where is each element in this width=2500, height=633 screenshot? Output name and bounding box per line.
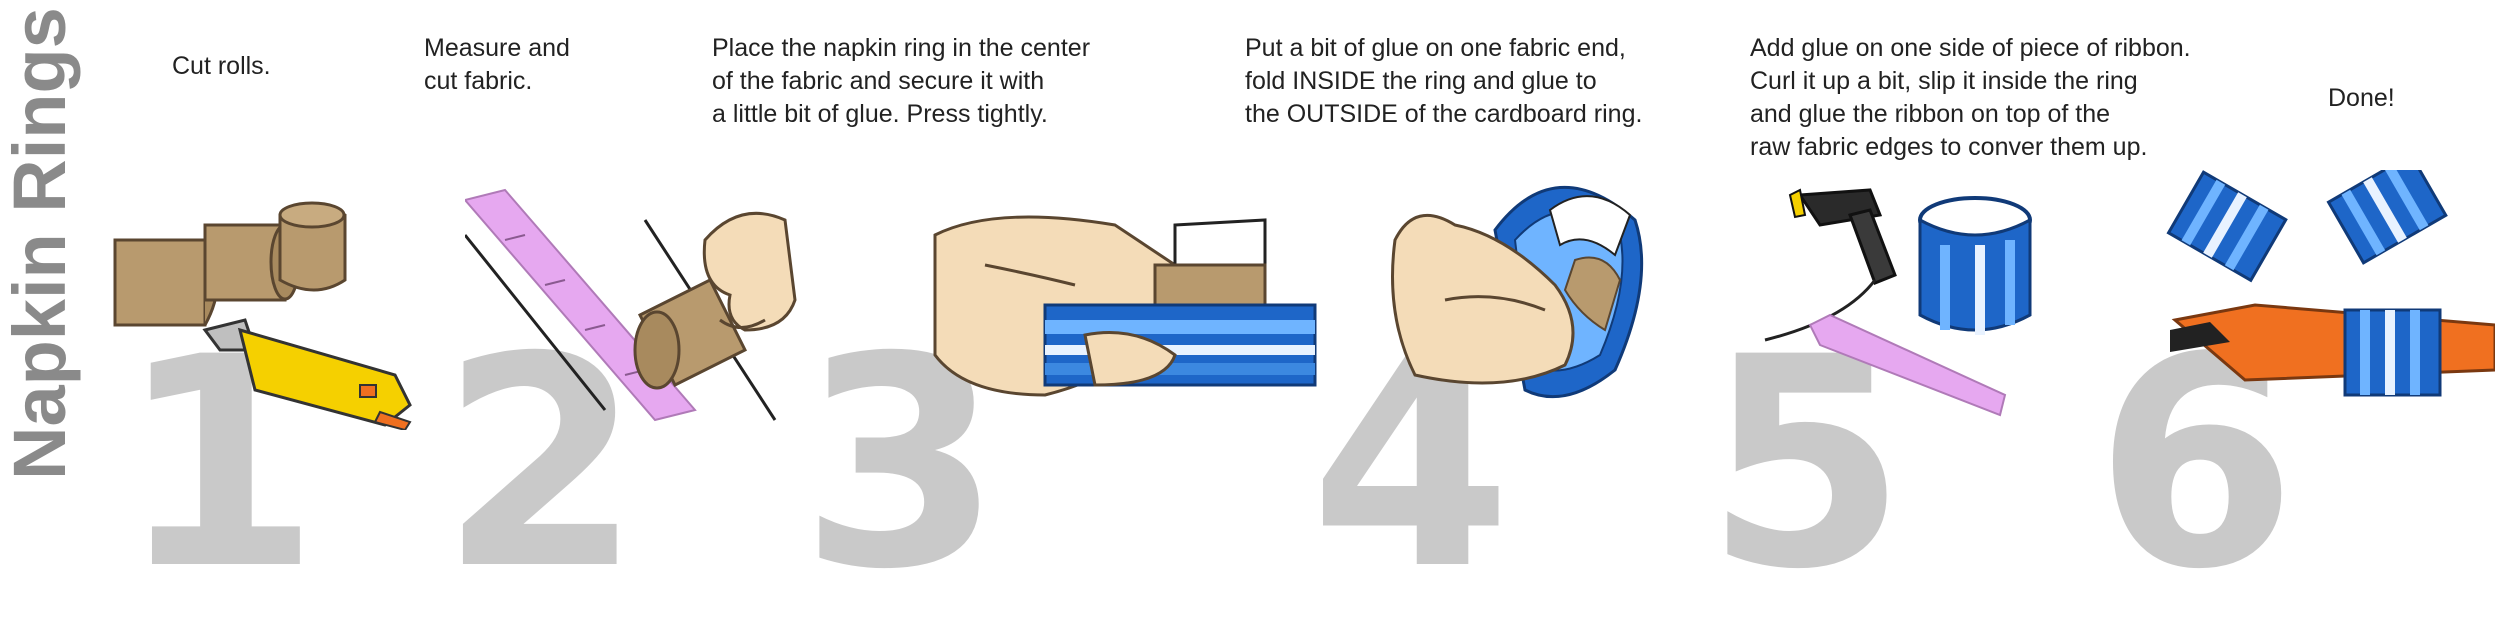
step-5-illustration (1764, 188, 2032, 417)
step-5-caption: Add glue on one side of piece of ribbon.… (1750, 32, 2191, 164)
step-2-caption-line: cut fabric. (424, 67, 533, 95)
napkin-icon (2170, 303, 2495, 382)
step-5-caption-line: and glue the ribbon on top of the (1750, 100, 2111, 128)
step-5-caption-line: raw fabric edges to conver them up. (1750, 133, 2148, 161)
step-4-caption-line: fold INSIDE the ring and glue to (1245, 67, 1597, 95)
box-cutter-icon (202, 318, 412, 430)
step-6-caption: Done! (2328, 82, 2395, 115)
step-2-caption: Measure and cut fabric. (424, 32, 570, 98)
step-5-caption-line: Curl it up a bit, slip it inside the rin… (1750, 67, 2138, 95)
finished-napkin-ring-icon (2343, 308, 2442, 397)
fabric-sheet (1173, 218, 1267, 267)
step-4-caption-line: Put a bit of glue on one fabric end, (1245, 34, 1626, 62)
step-3-caption-line: Place the napkin ring in the center (712, 34, 1091, 62)
step-2-illustration (465, 188, 797, 422)
step-1-caption: Cut rolls. (172, 50, 271, 83)
step-6-caption-line: Done! (2328, 84, 2395, 112)
step-1-caption-line: Cut rolls. (172, 52, 271, 80)
step-2-caption-line: Measure and (424, 34, 570, 62)
cardboard-roll-icon (1153, 263, 1267, 312)
step-6-illustration (2166, 170, 2495, 397)
step-4-caption-line: the OUTSIDE of the cardboard ring. (1245, 100, 1643, 128)
step-3-caption-line: a little bit of glue. Press tightly. (712, 100, 1048, 128)
striped-ring-icon (1918, 196, 2032, 335)
step-3-caption: Place the napkin ring in the center of t… (712, 32, 1090, 131)
step-1-illustration (113, 201, 412, 430)
cardboard-roll-icon (278, 201, 347, 292)
step-4-illustration (1391, 186, 1644, 399)
step-4-caption: Put a bit of glue on one fabric end, fol… (1245, 32, 1642, 131)
cardboard-roll-icon (113, 238, 219, 327)
finished-napkin-ring-icon (2326, 170, 2448, 265)
step-3-caption-line: of the fabric and secure it with (712, 67, 1045, 95)
finished-napkin-ring-icon (2166, 170, 2288, 283)
page-title: Napkin Rings (0, 7, 81, 480)
step-3-illustration (933, 215, 1317, 397)
step-5-caption-line: Add glue on one side of piece of ribbon. (1750, 34, 2191, 62)
